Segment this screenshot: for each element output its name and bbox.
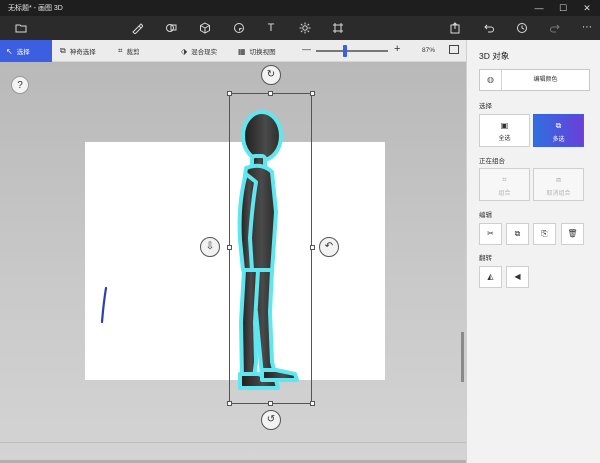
select-all-label: 全选 — [498, 136, 511, 142]
properties-panel: 3D 对象 ◍ 编辑颜色 选择 ▣ 全选 ⧉ 多选 正在组合 ⌗ 组合 ⧈ 取消… — [466, 40, 600, 463]
select-all-button[interactable]: ▣ 全选 — [479, 114, 530, 147]
resize-handle-top[interactable] — [268, 91, 273, 96]
selection-bounding-box[interactable] — [229, 93, 312, 404]
main-toolbar: T ⋯ — [0, 16, 600, 40]
magic-select-label: 神奇选择 — [69, 49, 96, 56]
minimize-button[interactable]: — — [527, 0, 551, 16]
group-label: 组合 — [498, 191, 511, 197]
magic-select-tool[interactable]: ⧉ 神奇选择 — [54, 40, 102, 62]
delete-button[interactable]: 🗑 — [561, 223, 584, 245]
brushes-icon[interactable] — [128, 20, 146, 36]
resize-handle-top-right[interactable] — [310, 91, 315, 96]
edit-color-button[interactable]: ◍ 编辑颜色 — [479, 69, 590, 91]
crop-label: 裁剪 — [126, 49, 140, 56]
scissors-icon: ✂ — [487, 229, 494, 238]
copy-button[interactable]: ⧉ — [506, 223, 529, 245]
mixed-reality-icon: ⬗ — [181, 46, 188, 56]
cursor-icon: ↖ — [6, 46, 13, 56]
history-icon[interactable] — [513, 20, 531, 36]
group-button[interactable]: ⌗ 组合 — [479, 168, 530, 201]
cut-button[interactable]: ✂ — [479, 223, 502, 245]
more-menu-icon[interactable]: ⋯ — [578, 20, 596, 36]
rotate-z-left-icon[interactable]: ⇩ — [200, 237, 220, 257]
paste-share-icon[interactable] — [446, 20, 464, 36]
flip-horizontal-button[interactable]: ◭ — [479, 266, 502, 288]
magic-select-icon: ⧉ — [60, 46, 66, 55]
canvas-workspace[interactable]: ? ↻ ⇩ ↶ ↺ — [0, 62, 466, 463]
edit-color-label: 编辑颜色 — [533, 77, 558, 83]
mixed-reality-label: 混合现实 — [191, 49, 218, 56]
stickers-icon[interactable] — [230, 20, 248, 36]
palette-icon: ◍ — [480, 70, 502, 90]
resize-handle-bottom-left[interactable] — [227, 401, 232, 406]
title-bar: 无标题* - 画图 3D — ☐ ✕ — [0, 0, 600, 16]
resize-handle-left[interactable] — [227, 245, 232, 250]
canvas-icon[interactable] — [329, 20, 347, 36]
resize-handle-right[interactable] — [310, 245, 315, 250]
multi-select-icon: ⧉ — [555, 121, 562, 130]
select-tool[interactable]: ↖ 选择 — [0, 40, 52, 62]
trash-icon: 🗑 — [567, 229, 578, 238]
group-icon: ⌗ — [502, 175, 507, 184]
vertical-scrollbar[interactable] — [461, 332, 464, 382]
resize-handle-top-left[interactable] — [227, 91, 232, 96]
toggle-view-tool[interactable]: ▦ 切换视图 — [232, 40, 282, 62]
section-edit-label: 编辑 — [479, 212, 492, 219]
undo-icon[interactable] — [480, 20, 498, 36]
resize-handle-bottom-right[interactable] — [310, 401, 315, 406]
crop-icon: ⌗ — [118, 46, 123, 55]
zoom-in-button[interactable]: + — [394, 43, 400, 55]
window-title: 无标题* - 画图 3D — [8, 5, 63, 12]
flip-vertical-icon: ◀ — [514, 272, 521, 281]
view-grid-icon: ▦ — [238, 46, 246, 56]
zoom-value: 87% — [422, 47, 436, 54]
paste-button[interactable]: ⎘ — [533, 223, 556, 245]
crop-tool[interactable]: ⌗ 裁剪 — [112, 40, 146, 62]
multi-select-label: 多选 — [552, 137, 565, 143]
folder-icon[interactable] — [12, 20, 30, 36]
ungroup-button[interactable]: ⧈ 取消组合 — [533, 168, 584, 201]
resize-handle-bottom[interactable] — [268, 401, 273, 406]
paste-icon: ⎘ — [541, 229, 548, 238]
zoom-slider[interactable] — [316, 50, 388, 52]
zoom-slider-thumb[interactable] — [343, 45, 347, 57]
flip-vertical-button[interactable]: ◀ — [506, 266, 529, 288]
select-label: 选择 — [16, 49, 30, 56]
panel-title: 3D 对象 — [479, 51, 510, 61]
text-icon[interactable]: T — [262, 20, 280, 36]
ungroup-icon: ⧈ — [555, 175, 562, 184]
close-button[interactable]: ✕ — [575, 0, 599, 16]
section-select-label: 选择 — [479, 103, 492, 110]
view-image-icon[interactable] — [449, 45, 459, 54]
select-all-icon: ▣ — [500, 121, 509, 130]
zoom-out-button[interactable]: — — [302, 44, 311, 54]
redo-icon[interactable] — [546, 20, 564, 36]
ungroup-label: 取消组合 — [546, 191, 571, 197]
section-flip-label: 翻转 — [479, 255, 492, 262]
rotate-z-right-icon[interactable]: ↶ — [319, 237, 339, 257]
mixed-reality-tool[interactable]: ⬗ 混合现实 — [175, 40, 223, 62]
effects-icon[interactable] — [296, 20, 314, 36]
shapes-3d-icon[interactable] — [196, 20, 214, 36]
copy-icon: ⧉ — [514, 229, 521, 238]
multi-select-button[interactable]: ⧉ 多选 — [533, 114, 584, 147]
maximize-button[interactable]: ☐ — [551, 0, 575, 16]
rotate-y-bottom-icon[interactable]: ↺ — [261, 410, 281, 430]
shapes-2d-icon[interactable] — [162, 20, 180, 36]
toggle-view-label: 切换视图 — [249, 49, 276, 56]
section-group-label: 正在组合 — [479, 158, 505, 165]
flip-horizontal-icon: ◭ — [487, 272, 494, 281]
rotate-x-top-icon[interactable]: ↻ — [261, 65, 281, 85]
